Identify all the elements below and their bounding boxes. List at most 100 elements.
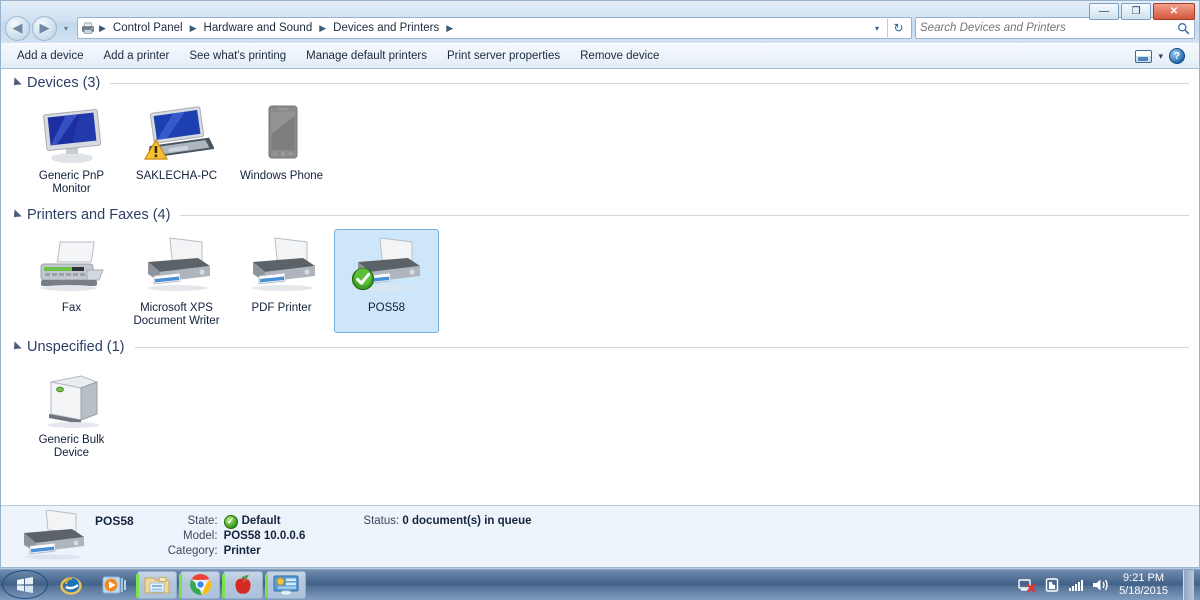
minimize-button[interactable]: —: [1089, 3, 1119, 20]
maximize-restore-button[interactable]: ❐: [1121, 3, 1151, 20]
action-center-flag-icon[interactable]: [1045, 577, 1060, 593]
collapse-triangle-icon[interactable]: [10, 341, 22, 353]
breadcrumb-separator[interactable]: ▶: [318, 23, 327, 34]
printer-icon: [245, 236, 319, 298]
search-box[interactable]: [915, 17, 1195, 39]
default-check-badge: ✓: [223, 514, 238, 529]
device-label: Windows Phone: [239, 170, 324, 182]
devices-printers-icon: [82, 22, 94, 34]
details-status-value: 0 document(s) in queue: [402, 515, 532, 527]
refresh-button[interactable]: ↻: [887, 17, 909, 39]
windows-media-player-icon: [102, 576, 126, 593]
bulk-device-icon: [35, 368, 109, 430]
printers-tiles: Fax Microsoft XPS Document Writer PDF Pr…: [1, 225, 1199, 333]
manage-default-printers-button[interactable]: Manage default printers: [296, 47, 437, 65]
close-button[interactable]: ✕: [1153, 3, 1195, 20]
printer-tile-pdf-printer[interactable]: PDF Printer: [229, 229, 334, 333]
device-label: SAKLECHA-PC: [135, 170, 218, 182]
details-model-label: Model:: [183, 530, 218, 542]
windows-logo-icon: [17, 576, 33, 593]
printer-label: Fax: [61, 302, 82, 314]
group-divider: [180, 214, 1189, 216]
group-divider: [110, 82, 1189, 84]
default-check-badge: [351, 267, 374, 291]
navigation-row: ◀ ▶ ▾ ▶ Control Panel ▶ Hardware and Sou…: [1, 15, 1199, 41]
printer-tile-microsoft-xps-document-writer[interactable]: Microsoft XPS Document Writer: [124, 229, 229, 333]
printer-icon: [140, 236, 214, 298]
details-model-value: POS58 10.0.0.6: [223, 530, 306, 542]
clock-date: 5/18/2015: [1119, 584, 1168, 597]
help-icon[interactable]: ?: [1169, 48, 1185, 64]
unspecified-tiles: Generic Bulk Device: [1, 357, 1199, 465]
device-label: Generic Bulk Device: [38, 434, 105, 459]
taskbar-button-apple-app[interactable]: [222, 570, 263, 599]
printer-icon: [11, 508, 95, 564]
add-a-printer-button[interactable]: Add a printer: [94, 47, 180, 65]
caption-buttons: — ❐ ✕: [1089, 3, 1195, 20]
back-button[interactable]: ◀: [5, 15, 30, 41]
details-device-name: POS58: [95, 514, 134, 528]
breadcrumb-devices-and-printers[interactable]: Devices and Printers: [329, 21, 443, 35]
taskbar: 9:21 PM 5/18/2015: [0, 568, 1200, 600]
group-header-unspecified[interactable]: Unspecified (1): [1, 333, 1199, 357]
device-tile-generic-bulk-device[interactable]: Generic Bulk Device: [19, 361, 124, 465]
breadcrumb-hardware-and-sound[interactable]: Hardware and Sound: [200, 21, 317, 35]
start-button[interactable]: [2, 570, 48, 599]
clock-time: 9:21 PM: [1123, 571, 1165, 584]
forward-button[interactable]: ▶: [32, 15, 57, 41]
title-bar: — ❐ ✕ ◀ ▶ ▾ ▶ Control Panel ▶ Hardware a…: [1, 1, 1199, 43]
breadcrumb-control-panel[interactable]: Control Panel: [109, 21, 187, 35]
details-status: Status: 0 document(s) in queue: [363, 514, 531, 559]
collapse-triangle-icon[interactable]: [10, 77, 22, 89]
system-tray: 9:21 PM 5/18/2015: [1018, 569, 1200, 600]
details-pane: POS58 State: Model: Category: ✓ Default …: [1, 505, 1199, 567]
add-a-device-button[interactable]: Add a device: [7, 47, 94, 65]
phone-icon: [245, 104, 319, 166]
volume-icon[interactable]: [1092, 577, 1110, 593]
items-view: Devices (3) Generic PnP Monitor SAKLECHA…: [1, 69, 1199, 505]
collapse-triangle-icon[interactable]: [10, 209, 22, 221]
details-labels: State: Model: Category:: [168, 514, 218, 559]
toolbar-right-group: ▾ ?: [1135, 48, 1193, 64]
taskbar-button-internet-explorer[interactable]: [51, 571, 91, 599]
taskbar-button-windows-explorer[interactable]: [136, 570, 177, 599]
group-title-printers: Printers and Faxes (4): [27, 207, 171, 223]
see-whats-printing-button[interactable]: See what's printing: [179, 47, 296, 65]
group-header-devices[interactable]: Devices (3): [1, 69, 1199, 93]
breadcrumb-separator[interactable]: ▶: [189, 23, 198, 34]
printer-tile-pos58[interactable]: POS58: [334, 229, 439, 333]
printer-icon: [350, 236, 424, 298]
search-input[interactable]: [920, 22, 1177, 34]
print-server-properties-button[interactable]: Print server properties: [437, 47, 570, 65]
taskbar-button-google-chrome[interactable]: [179, 570, 220, 599]
devices-tiles: Generic PnP Monitor SAKLECHA-PC Windows …: [1, 93, 1199, 201]
monitor-icon: [35, 104, 109, 166]
device-tile-saklecha-pc[interactable]: SAKLECHA-PC: [124, 97, 229, 201]
taskbar-button-windows-media-player[interactable]: [94, 571, 134, 599]
breadcrumb-separator: ▶: [99, 22, 106, 33]
signal-bars-icon[interactable]: [1069, 579, 1084, 591]
details-status-label: Status:: [363, 515, 400, 527]
breadcrumb-separator[interactable]: ▶: [445, 23, 454, 34]
recent-pages-dropdown-icon[interactable]: ▾: [59, 24, 73, 33]
apple-icon: [235, 574, 251, 594]
windows-explorer-icon: [144, 576, 170, 593]
change-view-icon[interactable]: [1135, 49, 1153, 63]
device-tile-generic-pnp-monitor[interactable]: Generic PnP Monitor: [19, 97, 124, 201]
chevron-down-icon[interactable]: ▾: [1158, 51, 1163, 62]
address-bar[interactable]: ▶ Control Panel ▶ Hardware and Sound ▶ D…: [77, 17, 912, 39]
network-error-icon[interactable]: [1018, 577, 1036, 593]
details-category-value: Printer: [223, 545, 261, 557]
clock[interactable]: 9:21 PM 5/18/2015: [1119, 572, 1168, 598]
address-dropdown-icon[interactable]: ▾: [869, 24, 885, 33]
show-desktop-button[interactable]: [1183, 569, 1194, 600]
device-tile-windows-phone[interactable]: Windows Phone: [229, 97, 334, 201]
search-icon[interactable]: [1177, 22, 1190, 35]
printer-tile-fax[interactable]: Fax: [19, 229, 124, 333]
group-divider: [134, 346, 1189, 348]
printer-label: PDF Printer: [251, 302, 312, 314]
taskbar-button-control-panel[interactable]: [265, 570, 306, 599]
details-values: ✓ Default POS58 10.0.0.6 Printer: [223, 514, 306, 559]
remove-device-button[interactable]: Remove device: [570, 47, 669, 65]
group-header-printers-and-faxes[interactable]: Printers and Faxes (4): [1, 201, 1199, 225]
